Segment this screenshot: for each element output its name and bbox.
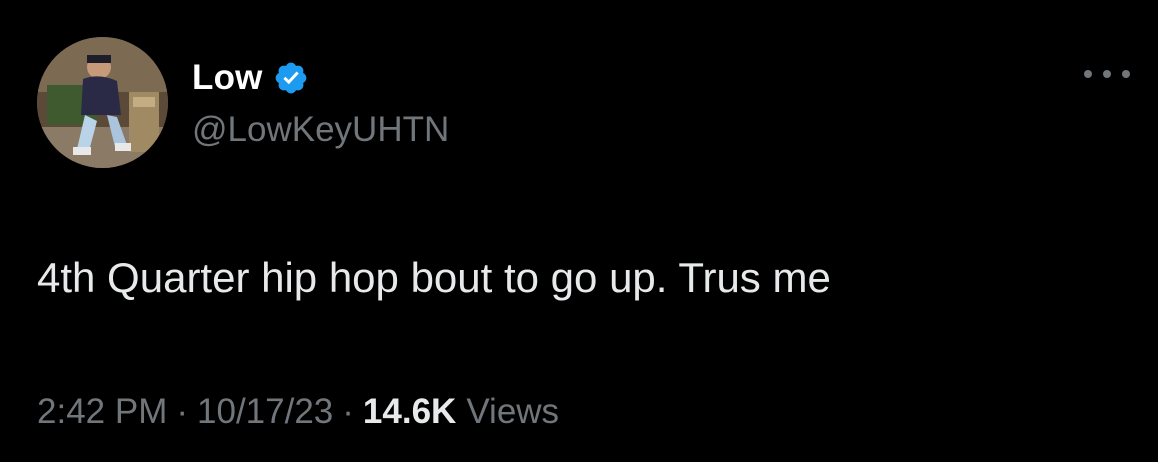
views-count[interactable]: 14.6K <box>363 392 456 432</box>
verified-badge-icon[interactable] <box>273 60 309 96</box>
tweet-meta: 2:42 PM · 10/17/23 · 14.6K Views <box>37 392 559 432</box>
meta-separator: · <box>342 392 354 431</box>
views-label: Views <box>466 392 560 431</box>
avatar-photo <box>37 37 168 168</box>
more-options-icon[interactable] <box>1084 62 1130 86</box>
dot <box>1084 70 1092 78</box>
display-name[interactable]: Low <box>192 58 263 98</box>
tweet-time[interactable]: 2:42 PM <box>37 392 167 432</box>
author-handle[interactable]: @LowKeyUHTN <box>192 110 449 150</box>
dot <box>1103 70 1111 78</box>
dot <box>1122 70 1130 78</box>
meta-separator: · <box>176 392 189 431</box>
avatar[interactable] <box>37 37 168 168</box>
author-name-row: Low <box>192 56 309 100</box>
tweet-card: Low @LowKeyUHTN 4th Quarter hip hop bout… <box>0 0 1158 462</box>
tweet-date[interactable]: 10/17/23 <box>197 392 333 432</box>
tweet-text: 4th Quarter hip hop bout to go up. Trus … <box>37 254 831 301</box>
